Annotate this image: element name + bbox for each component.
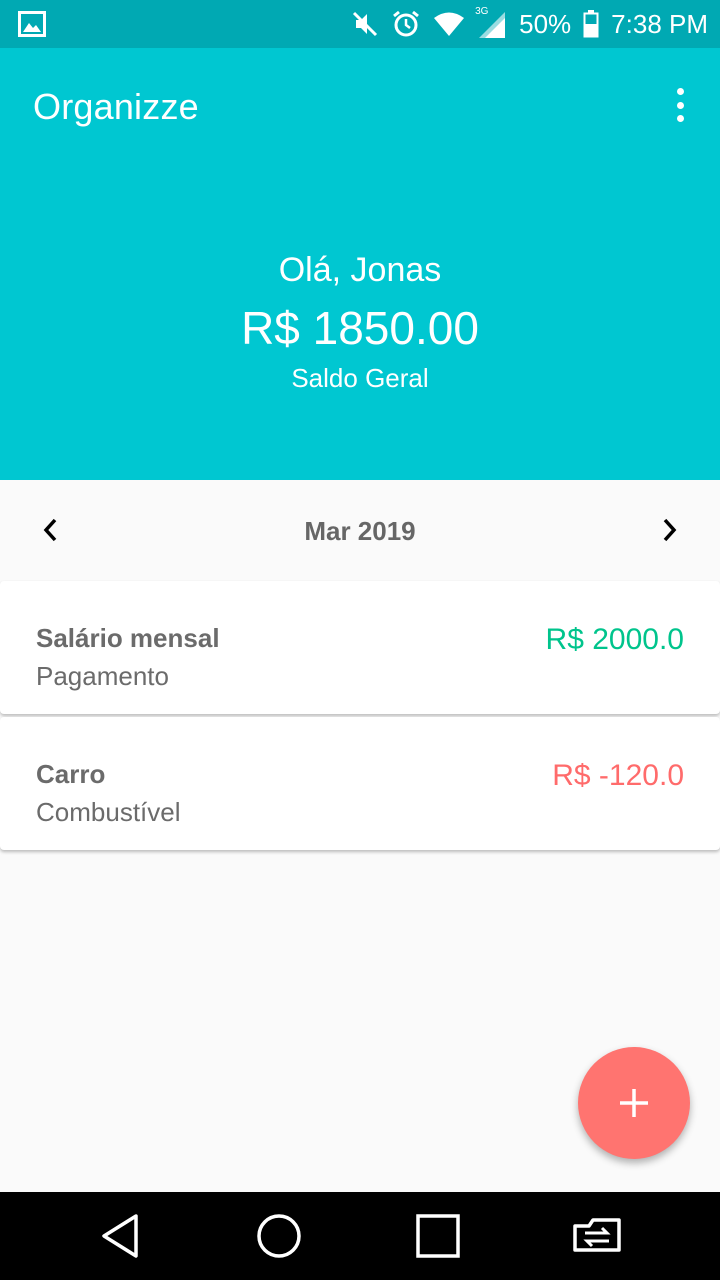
plus-icon bbox=[620, 1089, 648, 1117]
battery-percent: 50% bbox=[519, 8, 572, 39]
home-button[interactable] bbox=[249, 1210, 309, 1262]
month-label: Mar 2019 bbox=[304, 516, 416, 546]
transaction-title: Carro bbox=[36, 759, 106, 789]
switch-app-icon bbox=[573, 1218, 621, 1252]
mute-icon bbox=[351, 10, 379, 38]
more-vert-icon bbox=[676, 88, 684, 95]
battery-icon bbox=[583, 10, 599, 38]
transaction-card[interactable]: Carro Combustível R$ -120.0 bbox=[0, 717, 720, 850]
gallery-notification-icon bbox=[18, 11, 46, 37]
next-month-button[interactable] bbox=[654, 514, 686, 546]
transaction-card[interactable]: Salário mensal Pagamento R$ 2000.0 bbox=[0, 581, 720, 714]
recents-button[interactable] bbox=[408, 1210, 468, 1262]
wifi-icon bbox=[433, 11, 465, 37]
status-bar: 3G 50% 7:38 PM bbox=[0, 0, 720, 48]
back-button[interactable] bbox=[90, 1210, 150, 1262]
home-circle-icon bbox=[257, 1214, 301, 1258]
cell-signal-icon: 3G bbox=[475, 6, 507, 38]
transaction-category: Combustível bbox=[36, 797, 181, 827]
greeting-text: Olá, Jonas bbox=[278, 251, 442, 289]
alarm-icon bbox=[391, 9, 421, 39]
chevron-right-icon bbox=[663, 518, 677, 542]
balance-header: Organizze Olá, Jonas R$ 1850.00 Saldo Ge… bbox=[0, 48, 720, 480]
transaction-title: Salário mensal bbox=[36, 623, 220, 653]
transaction-amount: R$ -120.0 bbox=[552, 759, 684, 792]
total-balance: R$ 1850.00 bbox=[241, 302, 479, 354]
network-type-label: 3G bbox=[475, 6, 489, 17]
switch-app-button[interactable] bbox=[567, 1210, 627, 1262]
transaction-amount: R$ 2000.0 bbox=[545, 623, 684, 656]
system-navigation-bar bbox=[0, 1192, 720, 1280]
transaction-category: Pagamento bbox=[36, 661, 169, 691]
recents-square-icon bbox=[416, 1214, 460, 1258]
balance-label: Saldo Geral bbox=[291, 363, 429, 393]
back-triangle-icon bbox=[102, 1214, 138, 1258]
app-title: Organizze bbox=[33, 86, 199, 127]
clock: 7:38 PM bbox=[611, 8, 708, 39]
add-transaction-button[interactable] bbox=[578, 1047, 690, 1159]
overflow-menu-button[interactable] bbox=[670, 88, 690, 122]
status-icons: 3G 50% 7:38 PM bbox=[351, 0, 708, 48]
month-navigator: Mar 2019 bbox=[0, 480, 720, 580]
